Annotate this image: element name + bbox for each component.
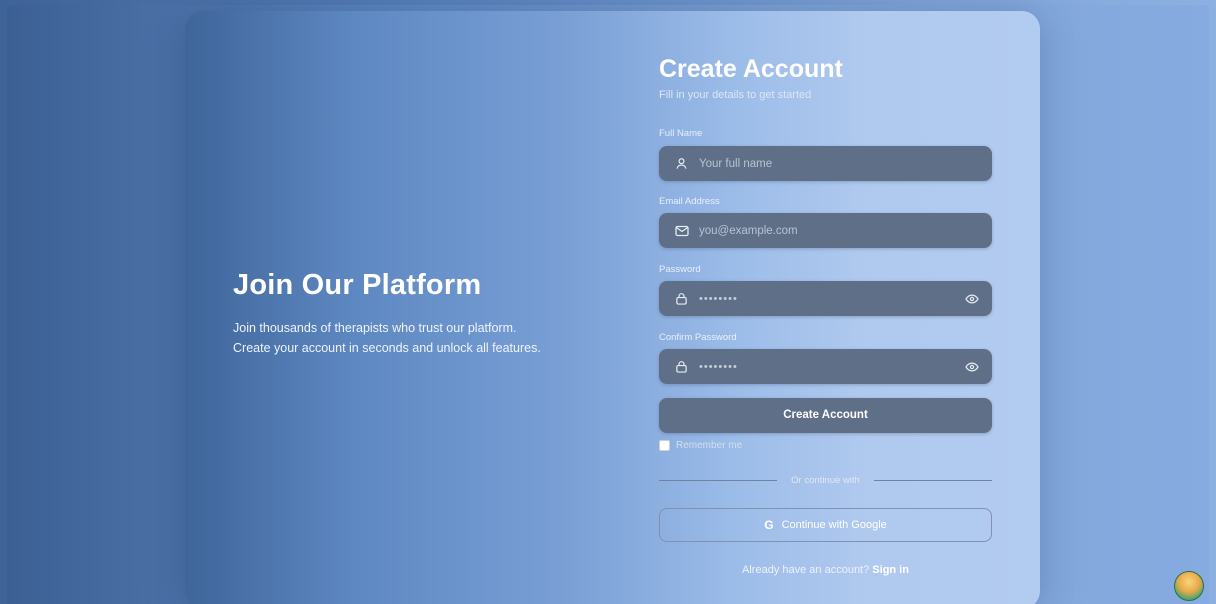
hero-description: Join thousands of therapists who trust o… <box>233 318 593 358</box>
remember-me-checkbox[interactable] <box>659 440 670 451</box>
password-field[interactable]: •••••••• <box>659 281 992 316</box>
hero-line-2: Create your account in seconds and unloc… <box>233 341 541 355</box>
email-label: Email Address <box>659 196 720 207</box>
remember-me-row: Remember me <box>659 440 742 451</box>
form-subtitle: Fill in your details to get started <box>659 89 812 101</box>
full-name-field[interactable]: Your full name <box>659 146 992 181</box>
show-password-eye-icon[interactable] <box>965 292 979 306</box>
divider-text: Or continue with <box>791 474 860 486</box>
show-confirm-password-eye-icon[interactable] <box>965 360 979 374</box>
signin-prompt-text: Already have an account? <box>742 564 870 576</box>
email-placeholder: you@example.com <box>699 224 798 237</box>
signup-form: Create Account Fill in your details to g… <box>659 55 993 576</box>
form-title: Create Account <box>659 55 843 83</box>
full-name-placeholder: Your full name <box>699 157 773 170</box>
confirm-password-value: •••••••• <box>699 360 738 373</box>
create-account-button[interactable]: Create Account <box>659 398 992 433</box>
google-icon: G <box>764 518 774 532</box>
signup-card: Join Our Platform Join thousands of ther… <box>185 11 1040 604</box>
hero-section: Join Our Platform Join thousands of ther… <box>233 269 593 358</box>
user-avatar[interactable] <box>1174 571 1204 601</box>
user-icon <box>675 157 689 171</box>
google-button-label: Continue with Google <box>781 519 887 531</box>
full-name-label: Full Name <box>659 128 703 139</box>
or-divider: Or continue with <box>659 474 992 486</box>
signin-link[interactable]: Sign in <box>872 564 909 576</box>
password-value: •••••••• <box>699 292 738 305</box>
hero-title: Join Our Platform <box>233 269 482 301</box>
email-field[interactable]: you@example.com <box>659 213 992 248</box>
hero-line-1: Join thousands of therapists who trust o… <box>233 321 517 335</box>
lock-icon <box>675 292 689 306</box>
signin-prompt: Already have an account? Sign in <box>659 564 992 576</box>
confirm-password-field[interactable]: •••••••• <box>659 349 992 384</box>
mail-icon <box>675 224 689 238</box>
continue-with-google-button[interactable]: G Continue with Google <box>659 508 992 542</box>
divider-line-left <box>659 479 778 481</box>
password-label: Password <box>659 264 701 275</box>
remember-me-label[interactable]: Remember me <box>676 440 742 451</box>
confirm-password-label: Confirm Password <box>659 332 737 343</box>
lock-icon <box>675 360 689 374</box>
divider-line-right <box>873 479 992 481</box>
